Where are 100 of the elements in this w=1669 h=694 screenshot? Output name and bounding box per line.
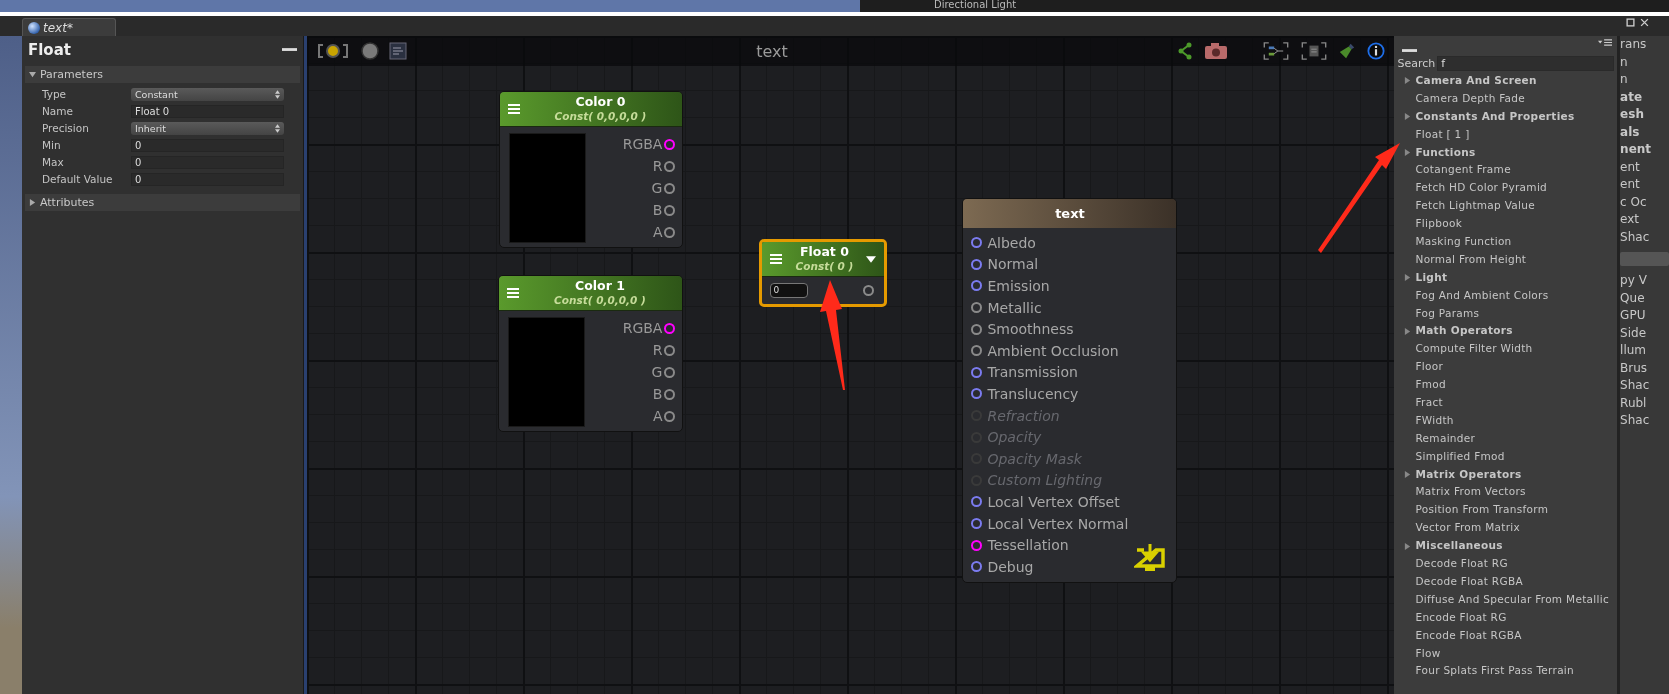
minimize-icon[interactable]: [1402, 49, 1418, 53]
node-list-item[interactable]: Flow: [1397, 644, 1615, 663]
port-connector[interactable]: [664, 160, 676, 172]
menu-icon[interactable]: [507, 288, 520, 298]
node-list-item[interactable]: Float [ 1 ]: [1397, 125, 1615, 144]
info-icon[interactable]: [1366, 42, 1387, 60]
port-connector[interactable]: [664, 138, 676, 150]
node-list-item[interactable]: Fetch Lightmap Value: [1397, 197, 1615, 216]
sphere-icon: [28, 21, 40, 34]
port-connector[interactable]: [664, 322, 676, 334]
menu-icon[interactable]: [770, 254, 783, 264]
node-list-item[interactable]: Fetch HD Color Pyramid: [1397, 179, 1615, 198]
node-list-item[interactable]: Encode Float RGBA: [1397, 626, 1615, 645]
shader-node[interactable]: Float 0 Const( 0 ) 0: [759, 239, 888, 307]
node-list-item[interactable]: Masking Function: [1397, 233, 1615, 251]
port-connector[interactable]: [664, 410, 676, 422]
input-field[interactable]: 0: [130, 172, 284, 186]
node-list-item[interactable]: Vector From Matrix: [1397, 519, 1615, 538]
dropdown[interactable]: Inherit: [130, 121, 284, 135]
node-list-item[interactable]: Normal From Height: [1397, 250, 1615, 269]
node-list-item[interactable]: Position From Transform: [1397, 501, 1615, 520]
inspector-label: ext: [1620, 211, 1641, 228]
inspector-label: ent: [1620, 158, 1641, 176]
value-field[interactable]: 0: [770, 283, 809, 298]
node-list-item[interactable]: Compute Filter Width: [1397, 340, 1615, 359]
port-connector[interactable]: [971, 561, 983, 573]
menu-icon[interactable]: [508, 104, 521, 114]
port-label: R: [652, 342, 663, 358]
port-label: G: [651, 364, 663, 380]
minimize-icon[interactable]: [282, 48, 298, 52]
node-list-item[interactable]: Miscellaneous: [1397, 537, 1615, 556]
port-connector[interactable]: [971, 345, 983, 357]
collapsed-arrow-icon: [1404, 471, 1412, 479]
node-list-item[interactable]: Decode Float RGBA: [1397, 572, 1615, 591]
dropdown[interactable]: Constant: [130, 87, 284, 101]
node-list-item[interactable]: Fog And Ambient Colors: [1397, 286, 1615, 305]
node-list-item[interactable]: Matrix Operators: [1397, 465, 1615, 484]
node-canvas[interactable]: [304, 36, 1395, 694]
port-connector[interactable]: [971, 496, 983, 508]
search-field[interactable]: f: [1437, 56, 1615, 71]
port-connector[interactable]: [664, 388, 676, 400]
port-label: RGBA: [622, 320, 663, 336]
port-connector[interactable]: [971, 388, 983, 400]
node-list-item[interactable]: Math Operators: [1397, 322, 1615, 341]
section-header[interactable]: Attributes: [24, 194, 301, 211]
node-list-item[interactable]: Cotangent Frame: [1397, 161, 1615, 180]
hierarchy-item: Directional Light: [934, 0, 1017, 10]
input-field[interactable]: Float 0: [130, 104, 284, 118]
node-list-item[interactable]: Simplified Fmod: [1397, 447, 1615, 466]
node-list-item[interactable]: Camera And Screen: [1397, 72, 1615, 90]
section-header[interactable]: Parameters: [24, 66, 301, 83]
port-connector[interactable]: [971, 237, 983, 249]
node-list-item[interactable]: Four Splats First Pass Terrain: [1397, 662, 1615, 681]
node-list-item[interactable]: Remainder: [1397, 429, 1615, 448]
port-connector[interactable]: [971, 280, 983, 292]
frame-nodes-icon[interactable]: [1262, 42, 1291, 60]
node-list-item[interactable]: Floor: [1397, 358, 1615, 377]
port-connector[interactable]: [971, 366, 983, 378]
download-icon[interactable]: [1134, 541, 1167, 572]
node-list-item[interactable]: Encode Float RG: [1397, 608, 1615, 627]
close-icon[interactable]: [1640, 18, 1649, 27]
editor-tab[interactable]: text*: [22, 18, 116, 36]
broom-icon[interactable]: [1338, 42, 1357, 60]
document-icon[interactable]: [389, 42, 408, 60]
dropdown-arrow-icon[interactable]: [866, 255, 877, 263]
port-connector[interactable]: [971, 302, 983, 314]
node-list-item[interactable]: Camera Depth Fade: [1397, 89, 1615, 108]
shader-node[interactable]: Color 0 Const( 0,0,0,0 ) RGBA R G B A: [499, 91, 684, 248]
node-list-item[interactable]: Matrix From Vectors: [1397, 483, 1615, 502]
node-list-item[interactable]: Decode Float RG: [1397, 555, 1615, 573]
port-connector[interactable]: [863, 285, 875, 296]
menu-icon[interactable]: [1598, 37, 1613, 47]
node-list-item[interactable]: Constants And Properties: [1397, 107, 1615, 126]
node-list-item[interactable]: Fog Params: [1397, 304, 1615, 323]
node-list-item[interactable]: FWidth: [1397, 411, 1615, 430]
sphere-preview-icon[interactable]: [361, 42, 380, 60]
node-subtitle: Const( 0,0,0,0 ): [554, 109, 647, 123]
inspector-label: py V: [1620, 272, 1648, 289]
frame-selection-icon[interactable]: [1300, 42, 1329, 60]
port-connector[interactable]: [971, 518, 983, 529]
port-connector[interactable]: [971, 539, 983, 551]
port-connector[interactable]: [664, 226, 676, 238]
node-list-item[interactable]: Flipbook: [1397, 215, 1615, 233]
port-connector[interactable]: [971, 258, 983, 270]
node-list-item[interactable]: Diffuse And Specular From Metallic: [1397, 590, 1615, 609]
port-label: Local Vertex Normal: [987, 515, 1129, 532]
camera-icon[interactable]: [1204, 42, 1229, 60]
port-connector[interactable]: [664, 366, 676, 378]
node-list-item[interactable]: Light: [1397, 268, 1615, 287]
node-list-item[interactable]: Functions: [1397, 143, 1615, 162]
node-list-item[interactable]: Fract: [1397, 394, 1615, 412]
port-connector[interactable]: [664, 182, 676, 194]
shader-node[interactable]: Color 1 Const( 0,0,0,0 ) RGBA R G B A: [498, 275, 684, 432]
port-connector[interactable]: [971, 323, 983, 335]
input-field[interactable]: 0: [130, 138, 284, 152]
node-list-item[interactable]: Fmod: [1397, 376, 1615, 395]
port-connector[interactable]: [664, 344, 676, 356]
maximize-icon[interactable]: [1626, 18, 1635, 27]
input-field[interactable]: 0: [130, 155, 284, 169]
port-connector[interactable]: [664, 204, 676, 216]
